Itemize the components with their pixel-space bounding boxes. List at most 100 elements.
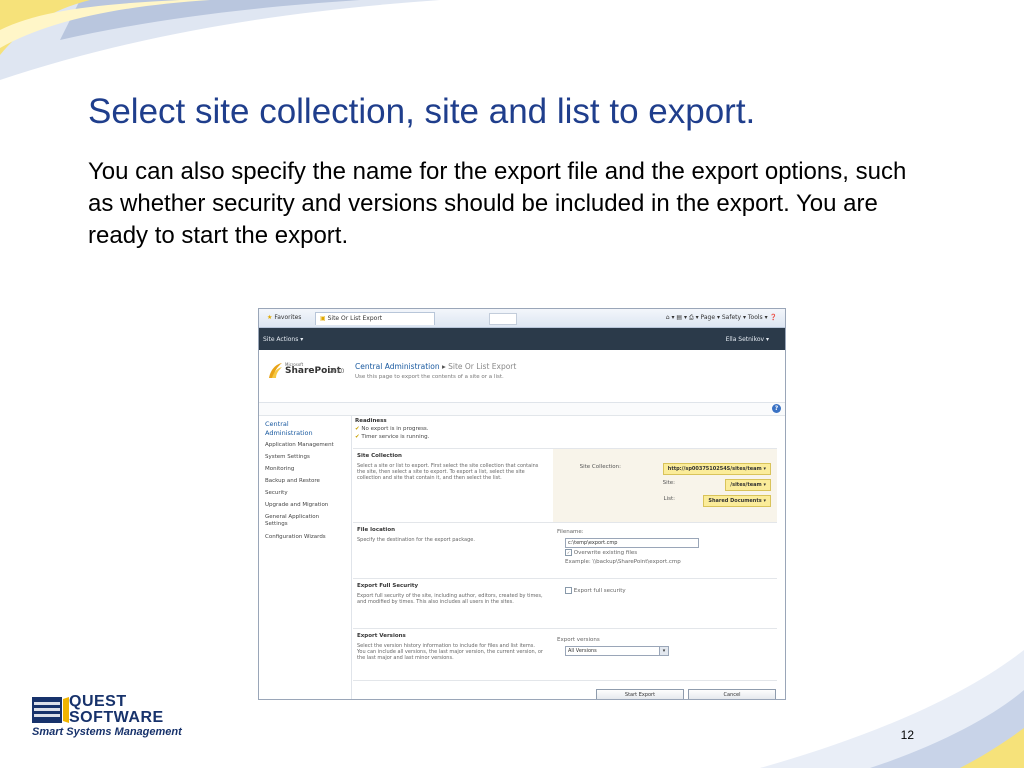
home-icon[interactable]: ⌂ (666, 314, 670, 321)
button-bar: Start Export Cancel (353, 680, 777, 699)
readiness-section: Readiness ✔ No export is in progress. ✔ … (355, 418, 429, 440)
file-location-description: Specify the destination for the export p… (357, 537, 475, 543)
site-selector[interactable]: /sites/team ▾ (725, 479, 771, 491)
breadcrumb-separator: ▸ (441, 362, 446, 371)
logo-tagline: Smart Systems Management (32, 726, 182, 738)
export-versions-description: Select the version history information t… (357, 643, 543, 661)
site-row: Site: /sites/team ▾ (571, 479, 771, 491)
star-icon: ★ (267, 314, 273, 321)
browser-tab[interactable]: ▣ Site Or List Export (315, 312, 435, 325)
dropdown-arrow-icon[interactable]: ▾ (659, 647, 668, 655)
ql-monitoring[interactable]: Monitoring (265, 466, 294, 472)
breadcrumb-current: Site Or List Export (448, 362, 517, 371)
export-versions-section: Export Versions Select the version histo… (353, 628, 777, 681)
ql-upgrade-migration[interactable]: Upgrade and Migration (265, 502, 328, 508)
site-collection-selector[interactable]: http://sp0037510254S/sites/team ▾ (662, 463, 771, 475)
export-security-fields: Export full security (553, 579, 777, 629)
export-versions-label: Export versions (557, 637, 600, 643)
site-collection-desc-block: Site Collection Select a site or list to… (357, 453, 543, 481)
browser-toolbar: ★ Favorites ▣ Site Or List Export ⌂ ▾ ▤ … (259, 309, 785, 328)
quick-launch: Central Administration Application Manag… (259, 416, 352, 699)
user-menu[interactable]: Ella Setnikov ▾ (726, 336, 769, 343)
export-versions-fields: Export versions All Versions ▾ (553, 629, 777, 681)
list-selector[interactable]: Shared Documents ▾ (703, 495, 771, 507)
export-versions-heading: Export Versions (357, 633, 406, 639)
export-security-section: Export Full Security Export full securit… (353, 578, 777, 629)
new-tab-button[interactable] (489, 313, 517, 325)
browser-command-bar[interactable]: ⌂ ▾ ▤ ▾ ⎙ ▾ Page ▾ Safety ▾ Tools ▾ ❓ (662, 312, 781, 324)
ql-security[interactable]: Security (265, 490, 288, 496)
print-icon[interactable]: ⎙ (689, 314, 694, 321)
overwrite-checkbox[interactable]: ✓ (565, 549, 572, 556)
favorites-button[interactable]: ★ Favorites (263, 312, 305, 324)
sharepoint-top-bar: Site Actions ▾ Ella Setnikov ▾ (259, 328, 785, 350)
site-collection-label: Site Collection: (579, 464, 621, 470)
sharepoint-logo-icon (269, 363, 282, 378)
export-versions-dropdown[interactable]: All Versions ▾ (565, 646, 669, 656)
site-actions-menu[interactable]: Site Actions ▾ (263, 336, 303, 343)
page-number: 12 (900, 728, 914, 742)
main-content: Readiness ✔ No export is in progress. ✔ … (353, 416, 785, 699)
page-safety-tools-menu[interactable]: Page ▾ Safety ▾ Tools ▾ (701, 314, 768, 321)
logo-version: 2010 (329, 368, 345, 375)
feeds-icon[interactable]: ▤ (676, 314, 682, 321)
start-export-button[interactable]: Start Export (596, 689, 684, 699)
readiness-item: ✔ No export is in progress. (355, 426, 429, 432)
page-description: Use this page to export the contents of … (355, 374, 504, 380)
sharepoint-screenshot: ★ Favorites ▣ Site Or List Export ⌂ ▾ ▤ … (258, 308, 786, 700)
help-bar: ? (259, 403, 785, 416)
export-security-row: Export full security (565, 587, 626, 594)
file-location-section: File location Specify the destination fo… (353, 522, 777, 579)
filename-example: Example: \\backup\SharePoint\export.cmp (565, 559, 681, 565)
readiness-item-text: No export is in progress. (361, 426, 429, 432)
filename-input[interactable]: c:\temp\export.cmp (565, 538, 699, 548)
filename-label: Filename: (557, 529, 584, 535)
file-location-heading: File location (357, 527, 396, 533)
sharepoint-body: Central Administration Application Manag… (259, 416, 785, 699)
ql-configuration-wizards[interactable]: Configuration Wizards (265, 534, 326, 540)
help-icon[interactable]: ? (772, 404, 781, 413)
logo-software: SOFTWARE (69, 709, 164, 726)
site-collection-row: Site Collection: http://sp0037510254S/si… (551, 463, 771, 475)
readiness-title: Readiness (355, 418, 387, 424)
breadcrumb-central-admin[interactable]: Central Administration (355, 362, 440, 371)
site-label: Site: (662, 480, 675, 486)
export-security-description: Export full security of the site, includ… (357, 593, 543, 605)
cancel-button[interactable]: Cancel (688, 689, 776, 699)
help-menu-icon[interactable]: ❓ (770, 314, 777, 321)
export-versions-desc-block: Export Versions Select the version histo… (357, 633, 543, 661)
ql-backup-restore[interactable]: Backup and Restore (265, 478, 320, 484)
checkmark-icon: ✔ (355, 434, 360, 440)
site-collection-fields: Site Collection: http://sp0037510254S/si… (553, 449, 777, 523)
checkmark-icon: ✔ (355, 426, 360, 432)
sharepoint-header: Microsoft SharePoint 2010 Central Admini… (259, 350, 785, 403)
readiness-item-text: Timer service is running. (361, 434, 430, 440)
file-location-fields: Filename: c:\temp\export.cmp ✓ Overwrite… (553, 523, 777, 579)
export-security-label: Export full security (573, 588, 626, 594)
ql-system-settings[interactable]: System Settings (265, 454, 310, 460)
overwrite-row: ✓ Overwrite existing files (565, 549, 637, 556)
overwrite-label: Overwrite existing files (573, 550, 638, 556)
breadcrumb: Central Administration ▸ Site Or List Ex… (355, 362, 516, 371)
export-security-desc-block: Export Full Security Export full securit… (357, 583, 543, 605)
site-collection-section: Site Collection Select a site or list to… (353, 448, 777, 523)
ql-general-application-settings[interactable]: General Application Settings (265, 514, 335, 528)
list-row: List: Shared Documents ▾ (571, 495, 771, 507)
site-collection-description: Select a site or list to export. First s… (357, 463, 539, 481)
browser-tab-title: Site Or List Export (327, 315, 383, 322)
export-security-heading: Export Full Security (357, 583, 419, 589)
site-collection-heading: Site Collection (357, 453, 402, 459)
ql-application-management[interactable]: Application Management (265, 442, 334, 448)
export-versions-value: All Versions (568, 648, 597, 654)
slide-title: Select site collection, site and list to… (88, 92, 756, 131)
readiness-item: ✔ Timer service is running. (355, 434, 429, 440)
file-location-desc-block: File location Specify the destination fo… (357, 527, 543, 543)
list-label: List: (663, 496, 675, 502)
export-security-checkbox[interactable] (565, 587, 572, 594)
quest-logo-icon (32, 697, 62, 723)
slide-body-text: You can also specify the name for the ex… (88, 158, 907, 249)
favorites-label: Favorites (274, 314, 302, 321)
ql-central-administration[interactable]: Central Administration (265, 420, 335, 438)
sharepoint-logo: Microsoft SharePoint 2010 (267, 360, 355, 382)
page-icon: ▣ (320, 315, 326, 322)
